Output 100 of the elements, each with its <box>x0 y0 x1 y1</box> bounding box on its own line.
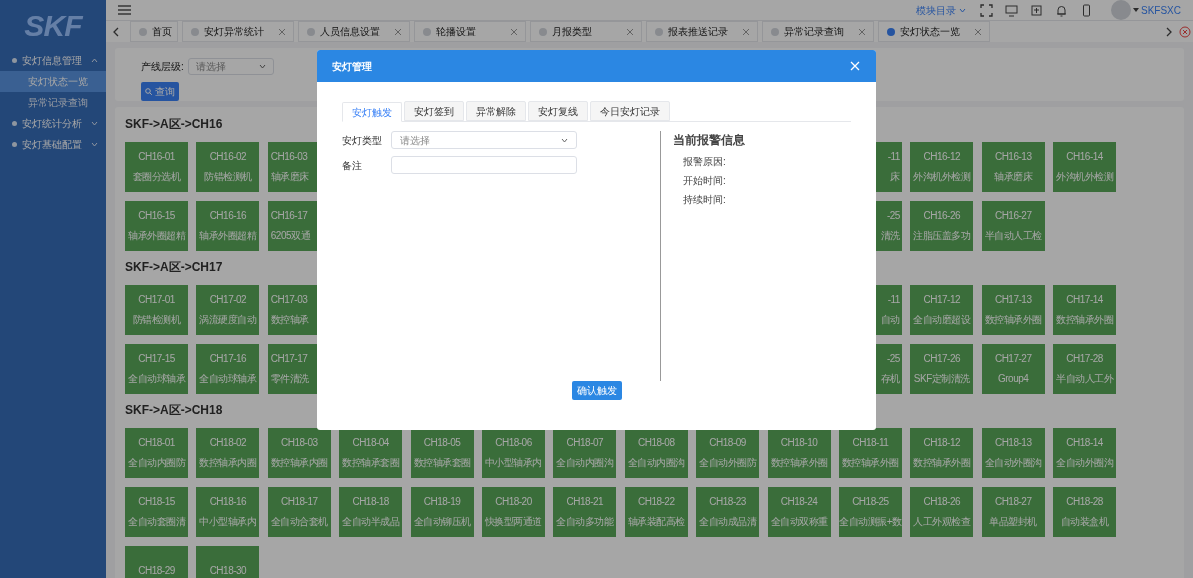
chevron-up-icon <box>91 58 98 63</box>
machine-tile[interactable]: CH18-20 快换型两通道 <box>481 487 545 537</box>
machine-tile[interactable]: CH16-15 轴承外圈超精 <box>125 201 188 251</box>
page-tab[interactable]: 报表推送记录 <box>646 21 758 42</box>
machine-tile[interactable]: CH18-08 全自动内圈沟 <box>624 428 688 478</box>
sidebar-item[interactable]: 安灯统计分析 <box>0 113 106 134</box>
search-button[interactable]: 查询 <box>141 82 179 101</box>
select-field[interactable]: 请选择 <box>187 58 274 75</box>
field-label: 安灯类型 <box>342 133 383 148</box>
sidebar-item[interactable]: 安灯信息管理 <box>0 50 106 71</box>
field-label: 备注 <box>342 158 363 173</box>
machine-tile[interactable]: CH18-03 数控轴承内圈 <box>267 428 331 478</box>
sidebar-item[interactable]: 异常记录查询 <box>0 92 106 113</box>
chevron-down-icon <box>258 64 266 69</box>
machine-tile[interactable]: CH17-01 防错检测机 <box>125 285 188 335</box>
machine-tile[interactable]: CH17-26 SKF定制清洗 <box>910 344 974 394</box>
machine-tile[interactable]: CH16-12 外沟机外检测 <box>910 142 974 192</box>
machine-tile[interactable]: CH18-28 自动装盒机 <box>1053 487 1117 537</box>
group-title: SKF->A区->CH17 <box>125 259 224 276</box>
machine-tile[interactable]: CH18-09 全自动外圈防 <box>696 428 760 478</box>
page-tab[interactable]: 轮播设置 <box>414 21 526 42</box>
chevron-down-icon <box>91 121 98 126</box>
machine-tile[interactable]: CH16-16 轴承外圈超精 <box>196 201 260 251</box>
machine-tile[interactable]: CH18-13 全自动外圈沟 <box>981 428 1045 478</box>
machine-tile[interactable]: CH17-16 全自动球轴承 <box>196 344 260 394</box>
close-circle-icon <box>1179 25 1191 38</box>
machine-tile[interactable]: CH18-19 全自动铆压机 <box>410 487 474 537</box>
monitor-icon <box>1005 3 1018 17</box>
select-field[interactable]: 请选择 <box>391 131 577 149</box>
machine-tile[interactable]: CH18-01 全自动内圈防 <box>125 428 188 478</box>
dialog-tab[interactable]: 安灯复线 <box>528 101 588 121</box>
module-menu-link[interactable]: 模块目录 <box>916 2 956 18</box>
search-icon <box>145 88 152 95</box>
machine-tile[interactable]: CH17-28 半自动人工外 <box>1053 344 1117 394</box>
page-tab[interactable]: 安灯异常统计 <box>182 21 294 42</box>
machine-tile[interactable]: CH16-26 注脂压盖多功 <box>910 201 974 251</box>
page-tab[interactable]: 异常记录查询 <box>762 21 874 42</box>
group-title: SKF->A区->CH18 <box>125 402 224 419</box>
phone-icon <box>1080 3 1093 17</box>
sidebar-item[interactable]: 安灯基础配置 <box>0 134 106 155</box>
machine-tile[interactable]: CH17-13 数控轴承外圈 <box>981 285 1045 335</box>
chevron-down-icon <box>91 142 98 147</box>
machine-tile[interactable]: CH16-13 轴承磨床 <box>981 142 1045 192</box>
group-title: SKF->A区->CH16 <box>125 116 224 133</box>
machine-tile[interactable]: CH16-14 外沟机外检测 <box>1053 142 1117 192</box>
machine-tile[interactable]: CH18-27 单品塑封机 <box>981 487 1045 537</box>
machine-tile[interactable]: CH18-15 全自动套圈清 <box>125 487 188 537</box>
machine-tile[interactable]: CH18-10 数控轴承外圈 <box>767 428 831 478</box>
machine-tile[interactable]: CH18-24 全自动双称重 <box>767 487 831 537</box>
close-icon <box>743 28 749 35</box>
close-icon <box>850 61 860 71</box>
machine-tile[interactable]: CH18-29 <box>125 546 188 578</box>
user-name[interactable]: SKFSXC <box>1141 2 1181 18</box>
fullscreen-icon <box>980 3 993 17</box>
page-tab[interactable]: 安灯状态一览 <box>878 21 990 42</box>
menu-icon <box>118 5 131 15</box>
machine-tile[interactable]: CH18-21 全自动多功能 <box>553 487 617 537</box>
dialog-tab[interactable]: 异常解除 <box>466 101 526 121</box>
machine-tile[interactable]: CH18-02 数控轴承内圈 <box>196 428 260 478</box>
bell-icon <box>1055 3 1068 17</box>
machine-tile[interactable]: CH16-02 防错检测机 <box>196 142 260 192</box>
machine-tile[interactable]: CH18-04 数控轴承套圈 <box>339 428 403 478</box>
machine-tile[interactable]: CH18-06 中小型轴承内 <box>481 428 545 478</box>
machine-tile[interactable]: CH18-12 数控轴承外圈 <box>910 428 974 478</box>
machine-tile[interactable]: CH18-11 数控轴承外圈 <box>838 428 902 478</box>
close-icon <box>975 28 981 35</box>
machine-tile[interactable]: CH18-05 数控轴承套圈 <box>410 428 474 478</box>
machine-tile[interactable]: CH18-17 全自动合套机 <box>267 487 331 537</box>
machine-tile[interactable]: CH17-27 Group4 <box>981 344 1045 394</box>
avatar-icon <box>1111 0 1131 20</box>
chevron-down-icon <box>561 137 568 143</box>
machine-tile[interactable]: CH18-07 全自动内圈沟 <box>553 428 617 478</box>
logo: SKF <box>24 7 82 44</box>
machine-tile[interactable]: CH18-25 全自动测振+数 <box>838 487 902 537</box>
machine-tile[interactable]: CH18-26 人工外观检查 <box>910 487 974 537</box>
machine-tile[interactable]: CH17-14 数控轴承外圈 <box>1053 285 1117 335</box>
page-tab[interactable]: 首页 <box>130 21 178 42</box>
close-button[interactable] <box>849 60 861 72</box>
dialog-tab[interactable]: 今日安灯记录 <box>590 101 670 121</box>
page-tab[interactable]: 月报类型 <box>530 21 642 42</box>
machine-tile[interactable]: CH18-18 全自动半成品 <box>339 487 403 537</box>
machine-tile[interactable]: CH18-30 <box>196 546 260 578</box>
dialog-tab[interactable]: 安灯签到 <box>404 101 464 121</box>
machine-tile[interactable]: CH16-01 套圈分选机 <box>125 142 188 192</box>
info-field-label: 持续时间: <box>682 193 727 207</box>
confirm-button[interactable]: 确认触发 <box>571 381 622 400</box>
machine-tile[interactable]: CH18-22 轴承装配高检 <box>624 487 688 537</box>
machine-tile[interactable]: CH17-12 全自动磨超设 <box>910 285 974 335</box>
page-tab[interactable]: 人员信息设置 <box>298 21 410 42</box>
machine-tile[interactable]: CH17-15 全自动球轴承 <box>125 344 188 394</box>
machine-tile[interactable]: CH16-27 半自动人工检 <box>981 201 1045 251</box>
input-field[interactable] <box>391 156 577 174</box>
info-title: 当前报警信息 <box>673 132 745 149</box>
machine-tile[interactable]: CH17-02 涡流硬度自动 <box>196 285 260 335</box>
machine-tile[interactable]: CH18-14 全自动外圈沟 <box>1053 428 1117 478</box>
machine-tile[interactable]: CH18-16 中小型轴承内 <box>196 487 260 537</box>
dialog-tab[interactable]: 安灯触发 <box>342 102 402 122</box>
machine-tile[interactable]: CH18-23 全自动成品清 <box>696 487 760 537</box>
field-label: 产线层级: <box>141 60 184 74</box>
close-icon <box>395 28 401 35</box>
